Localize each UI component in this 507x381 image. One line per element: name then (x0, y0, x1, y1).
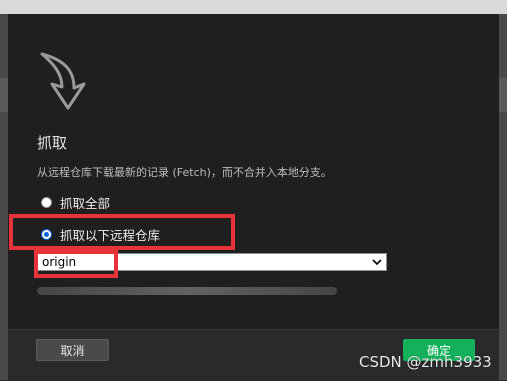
remote-url-redacted (37, 284, 357, 298)
annotation-highlight-select (34, 250, 118, 278)
csdn-watermark: CSDN @zmh3933 (359, 353, 492, 371)
cancel-button[interactable]: 取消 (36, 339, 109, 361)
fetch-arrow-icon (40, 52, 86, 110)
background-window-titlebar (0, 0, 507, 14)
annotation-highlight-option (9, 214, 235, 250)
radio-unchecked[interactable] (41, 197, 52, 208)
background-window-right (499, 14, 507, 380)
background-window-left (0, 14, 8, 380)
chevron-down-icon (372, 259, 382, 266)
background-window-strip-left (0, 78, 8, 112)
dialog-description: 从远程仓库下载最新的记录 (Fetch)，而不合并入本地分支。 (37, 166, 332, 179)
dialog-title: 抓取 (37, 134, 68, 152)
option-fetch-all[interactable]: 抓取全部 (41, 193, 110, 212)
fetch-dialog: 抓取 从远程仓库下载最新的记录 (Fetch)，而不合并入本地分支。 抓取全部 … (8, 14, 499, 381)
background-window-strip-right (499, 78, 507, 112)
option-fetch-all-label: 抓取全部 (60, 196, 111, 211)
redacted-text-blur (37, 287, 337, 295)
